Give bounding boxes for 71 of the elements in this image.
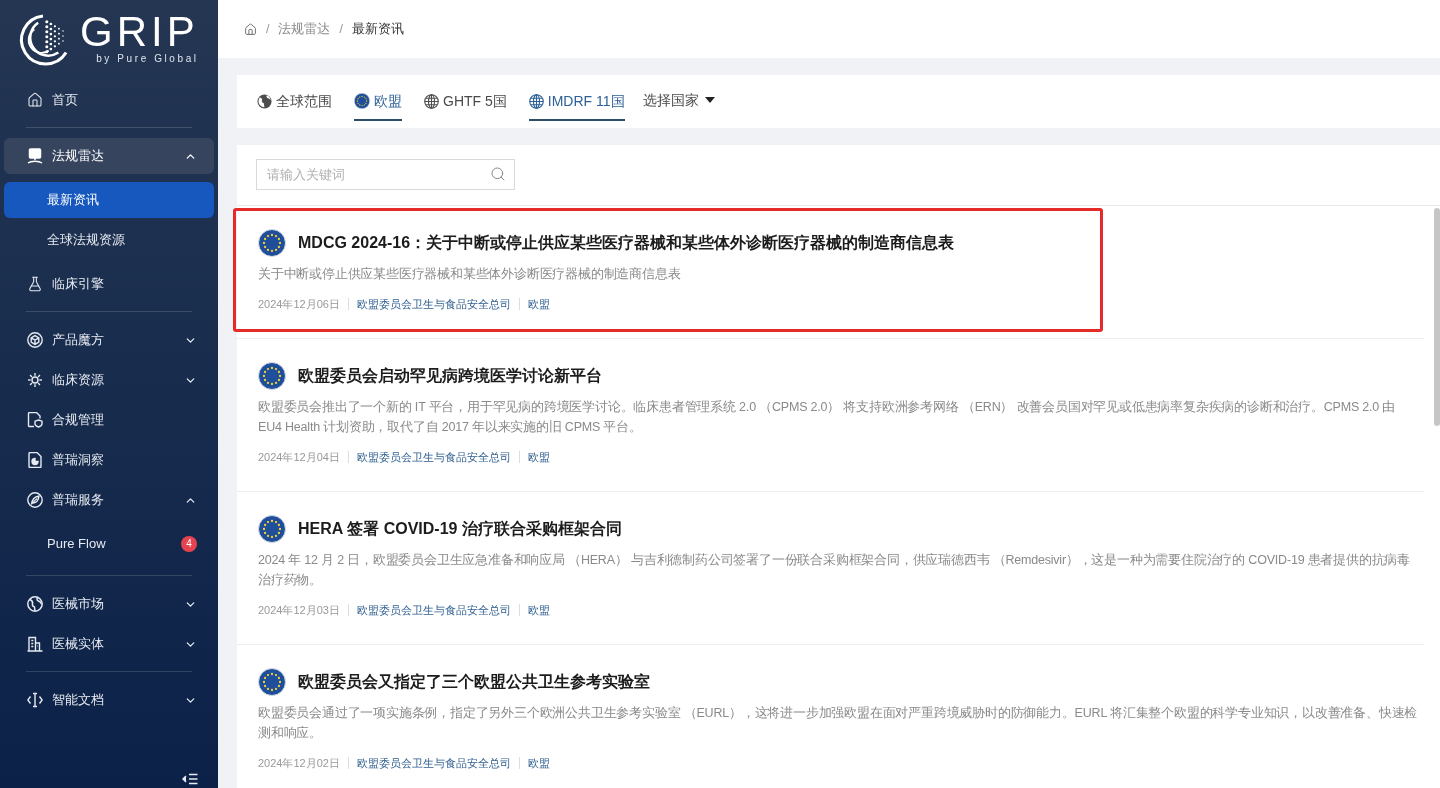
source-link[interactable]: 欧盟委员会卫生与食品安全总司 [356, 449, 511, 465]
eu-flag-icon [354, 93, 370, 109]
article-summary: 欧盟委员会推出了一个新的 IT 平台，用于罕见病的跨境医学讨论。临床患者管理系统 2.0 （CPMS 2.0） 将支持欧洲参考网络 （ERN） 改善会员国对罕见或低患病率复杂疾病的诊断和治疗。CPMS 2.0 由 EU4 Health 计划资助，取代了自 2017 年以来实施的旧 CPMS 平台。 [258, 399, 1397, 436]
logo-tagline: by Pure Global [96, 53, 199, 65]
document-chart-icon [27, 452, 43, 468]
home-icon[interactable] [244, 22, 257, 36]
article-title[interactable]: 欧盟委员会又指定了三个欧盟公共卫生参考实验室 [298, 668, 650, 696]
building-icon [27, 636, 43, 652]
leaf-icon [27, 492, 43, 508]
nav-item[interactable]: 临床引擎 [4, 266, 214, 302]
source-link[interactable]: 欧盟委员会卫生与食品安全总司 [356, 296, 511, 312]
country-select[interactable]: 选择国家 [642, 81, 715, 121]
logo-wordmark: GRIP [80, 15, 199, 49]
region-tab[interactable]: 全球范围 [257, 81, 332, 121]
gear-icon [27, 372, 43, 388]
search-icon[interactable] [490, 166, 506, 182]
breadcrumb-separator: / [266, 20, 270, 38]
nav-subitem[interactable]: 最新资讯 [4, 182, 214, 218]
article-summary: 2024 年 12 月 2 日，欧盟委员会卫生应急准备和响应局 （HERA） 与吉利德制药公司签署了一份联合采购框架合同，供应瑞德西韦 （Remdesivir），这是一种为需要住院治疗的 COVID-19 患者提供的抗病毒治疗药物。 [258, 552, 1412, 589]
region-link[interactable]: 欧盟 [527, 755, 550, 771]
globe-grid-icon [528, 93, 544, 109]
collapse-sidebar-icon[interactable] [182, 773, 198, 785]
caret-icon [704, 97, 715, 103]
globe-icon [257, 93, 272, 109]
article-date: 2024年12月04日 [258, 450, 340, 465]
region-tab[interactable]: GHTF 5国 [424, 81, 507, 121]
article-summary: 关于中断或停止供应某些医疗器械和某些体外诊断医疗器械的制造商信息表 [258, 266, 682, 283]
document-shield-icon [27, 412, 43, 428]
monitor-icon [27, 148, 43, 164]
count-badge: 4 [181, 536, 197, 552]
nav-item[interactable]: 首页 [4, 82, 214, 118]
flask-icon [27, 276, 43, 292]
nav-subitem[interactable]: 全球法规资源 [4, 222, 214, 258]
region-tab[interactable]: IMDRF 11国 [528, 81, 625, 121]
nav-item[interactable]: 产品魔方 [4, 322, 214, 358]
nav-item[interactable]: 临床资源 [4, 362, 214, 398]
eu-flag-icon [258, 229, 286, 257]
search-field[interactable]: 请输入关键词 [256, 159, 515, 190]
article-title[interactable]: 欧盟委员会启动罕见病跨境医学讨论新平台 [298, 362, 602, 390]
text-cursor-icon [27, 692, 43, 708]
article-date: 2024年12月06日 [258, 297, 340, 312]
eu-flag-icon [258, 362, 286, 390]
nav-item[interactable]: 普瑞服务 [4, 482, 214, 518]
breadcrumb-link[interactable]: 法规雷达 [278, 19, 331, 39]
globe-grid-icon [424, 93, 439, 109]
region-link[interactable]: 欧盟 [527, 602, 550, 618]
scrollbar-thumb[interactable] [1434, 208, 1440, 426]
nav-item[interactable]: 法规雷达 [4, 138, 214, 174]
article-title[interactable]: MDCG 2024-16：关于中断或停止供应某些医疗器械和某些体外诊断医疗器械的制造商信息表 [298, 229, 955, 257]
nav-item[interactable]: 普瑞洞察 [4, 442, 214, 478]
nav-subitem[interactable]: Pure Flow 4 [4, 526, 214, 562]
globe-icon [27, 596, 43, 612]
home-icon [27, 92, 43, 108]
nav-item[interactable]: 医械实体 [4, 626, 214, 662]
article-title[interactable]: HERA 签署 COVID-19 治疗联合采购框架合同 [298, 515, 622, 543]
region-tab[interactable]: 欧盟 [354, 81, 402, 121]
nav-item[interactable]: 智能文档 [4, 682, 214, 718]
article-date: 2024年12月02日 [258, 756, 340, 771]
region-link[interactable]: 欧盟 [527, 296, 550, 312]
breadcrumb-current: 最新资讯 [351, 20, 404, 38]
eu-flag-icon [258, 668, 286, 696]
source-link[interactable]: 欧盟委员会卫生与食品安全总司 [356, 755, 511, 771]
article-date: 2024年12月03日 [258, 603, 340, 618]
cube-icon [27, 332, 43, 348]
nav-item[interactable]: 医械市场 [4, 586, 214, 622]
source-link[interactable]: 欧盟委员会卫生与食品安全总司 [356, 602, 511, 618]
nav-item[interactable]: 合规管理 [4, 402, 214, 438]
eu-flag-icon [258, 515, 286, 543]
article-summary: 欧盟委员会通过了一项实施条例，指定了另外三个欧洲公共卫生参考实验室 （EURL），这将进一步加强欧盟在面对严重跨境威胁时的防御能力。EURL 将汇集整个欧盟的科学专业知识，以改善准备、快速检测和响应。 [258, 705, 1419, 742]
breadcrumb-separator: / [339, 20, 343, 38]
region-link[interactable]: 欧盟 [527, 449, 550, 465]
